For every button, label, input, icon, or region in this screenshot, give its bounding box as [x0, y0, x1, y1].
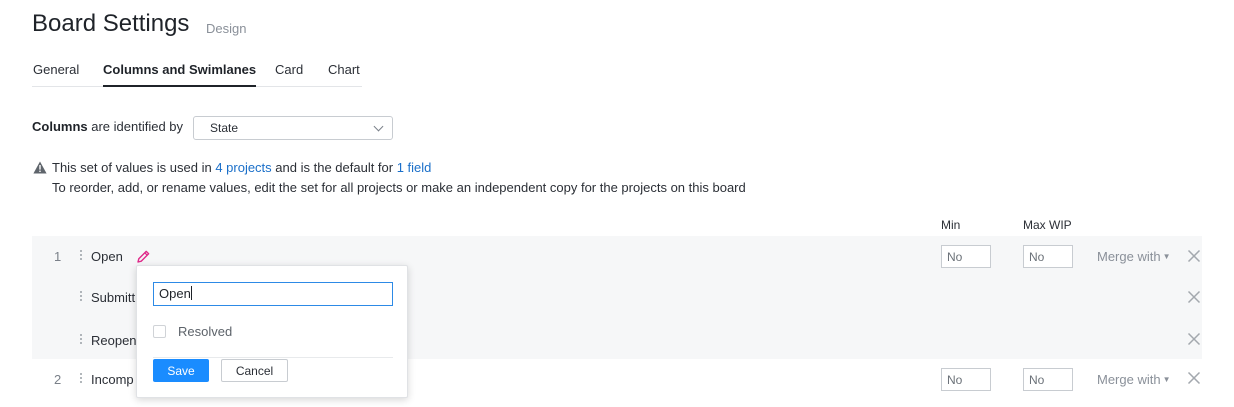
page-subtitle: Design	[206, 21, 247, 36]
remove-value-icon[interactable]	[1187, 290, 1201, 304]
max-wip-column-header: Max WIP	[1023, 218, 1072, 232]
column-number: 1	[54, 249, 62, 264]
projects-link[interactable]: 4 projects	[215, 160, 271, 175]
columns-label-bold: Columns	[32, 119, 88, 134]
reorder-info-text: To reorder, add, or rename values, edit …	[52, 180, 746, 195]
warning-text-1: This set of values is used in	[52, 160, 216, 175]
column-label-incomplete: Incomp	[91, 372, 134, 387]
chevron-down-icon	[373, 121, 384, 132]
caret-down-icon: ▼	[1162, 375, 1171, 384]
resolved-checkbox-label[interactable]: Resolved	[178, 324, 232, 339]
field-link[interactable]: 1 field	[397, 160, 432, 175]
value-name-text: Open	[159, 286, 191, 301]
warning-icon	[33, 161, 47, 174]
tab-card[interactable]: Card	[275, 62, 303, 87]
page-title: Board Settings	[32, 10, 190, 37]
settings-tabs: General Columns and Swimlanes Card Chart	[32, 62, 362, 87]
caret-down-icon: ▼	[1162, 252, 1171, 261]
cancel-button[interactable]: Cancel	[221, 359, 288, 382]
shared-values-warning: This set of values is used in 4 projects…	[33, 159, 431, 175]
drag-handle-icon[interactable]	[80, 250, 83, 263]
merge-with-dropdown[interactable]: Merge with ▼	[1097, 249, 1171, 264]
column-label-reopened: Reopen	[91, 333, 137, 348]
pencil-icon[interactable]	[136, 249, 151, 264]
column-label-submitted: Submitt	[91, 290, 136, 305]
min-input[interactable]: No	[941, 368, 991, 391]
popup-divider	[153, 357, 393, 358]
drag-handle-icon[interactable]	[80, 334, 83, 347]
merge-with-dropdown[interactable]: Merge with ▼	[1097, 372, 1171, 387]
column-field-select[interactable]: State	[193, 116, 393, 140]
drag-handle-icon[interactable]	[80, 373, 83, 386]
merge-with-label: Merge with	[1097, 249, 1161, 264]
columns-label-rest: are identified by	[87, 119, 184, 134]
remove-column-icon[interactable]	[1187, 371, 1201, 385]
remove-column-icon[interactable]	[1187, 249, 1201, 263]
drag-handle-icon[interactable]	[80, 291, 83, 304]
column-field-value: State	[210, 121, 239, 135]
tab-chart[interactable]: Chart	[328, 62, 360, 87]
max-wip-input[interactable]: No	[1023, 368, 1073, 391]
remove-value-icon[interactable]	[1187, 332, 1201, 346]
column-number: 2	[54, 372, 62, 387]
min-column-header: Min	[941, 218, 961, 232]
columns-identified-label: Columns are identified by	[32, 119, 183, 134]
save-button[interactable]: Save	[153, 359, 209, 382]
min-input[interactable]: No	[941, 245, 991, 268]
resolved-checkbox[interactable]	[153, 325, 166, 338]
column-label-open: Open	[91, 249, 123, 264]
text-cursor	[190, 286, 192, 300]
tab-columns-and-swimlanes[interactable]: Columns and Swimlanes	[103, 62, 257, 87]
edit-value-popup: Open Resolved Save Cancel	[136, 265, 408, 398]
warning-text-2: and is the default for	[271, 160, 397, 175]
value-name-input[interactable]: Open	[153, 282, 393, 306]
tab-general[interactable]: General	[33, 62, 79, 87]
max-wip-input[interactable]: No	[1023, 245, 1073, 268]
merge-with-label: Merge with	[1097, 372, 1161, 387]
